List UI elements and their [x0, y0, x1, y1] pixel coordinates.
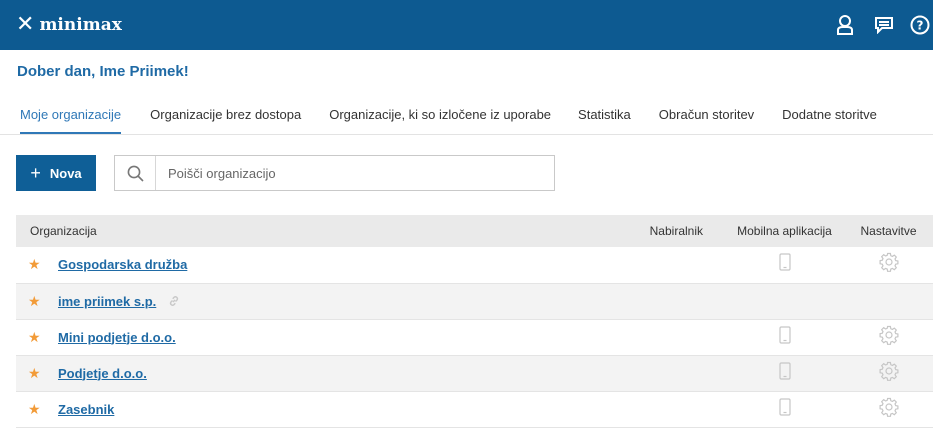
column-header-organizacija[interactable]: Organizacija — [16, 215, 534, 247]
inbox-cell — [534, 247, 725, 283]
inbox-cell — [534, 391, 725, 427]
mobile-app-cell — [725, 391, 844, 427]
table-row[interactable]: ★ Zasebnik — [16, 391, 933, 427]
settings-cell — [844, 247, 933, 283]
search-input[interactable] — [156, 157, 550, 189]
messages-icon[interactable] — [869, 0, 899, 50]
top-icons: ? — [827, 0, 933, 50]
minimax-x-icon: ✕ — [16, 12, 35, 37]
logo[interactable]: ✕ minimax — [16, 14, 122, 36]
star-icon[interactable]: ★ — [28, 256, 42, 273]
new-button-label: Nova — [49, 165, 82, 181]
organization-cell: ★ Mini podjetje d.o.o. — [16, 319, 534, 355]
organization-cell: ★ Zasebnik — [16, 391, 534, 427]
tabs: Moje organizacije Organizacije brez dost… — [0, 92, 933, 135]
table-row[interactable]: ★ Gospodarska družba — [16, 247, 933, 283]
mobile-phone-icon[interactable] — [778, 325, 791, 349]
plus-icon: + — [30, 162, 41, 183]
user-icon[interactable] — [827, 0, 863, 50]
table-row[interactable]: ★ Podjetje d.o.o. — [16, 355, 933, 391]
settings-cell — [844, 391, 933, 427]
column-header-nastavitve[interactable]: Nastavitve — [844, 215, 933, 247]
organization-link[interactable]: Mini podjetje d.o.o. — [58, 330, 176, 345]
mobile-phone-icon[interactable] — [778, 253, 791, 276]
organization-cell: ★ Gospodarska družba — [16, 247, 534, 283]
organization-cell: ★ Podjetje d.o.o. — [16, 355, 534, 391]
search-icon[interactable] — [115, 156, 156, 190]
greeting-bar: Dober dan, Ime Priimek! — [0, 50, 933, 92]
search-box — [114, 155, 555, 191]
gear-icon[interactable] — [879, 397, 899, 422]
svg-text:?: ? — [917, 19, 924, 33]
column-header-nabiralnik[interactable]: Nabiralnik — [534, 215, 725, 247]
link-icon — [168, 295, 180, 307]
organization-link[interactable]: ime priimek s.p. — [58, 294, 156, 309]
gear-icon[interactable] — [879, 361, 899, 386]
tab-statistika[interactable]: Statistika — [578, 107, 631, 134]
organization-link[interactable]: Zasebnik — [58, 402, 114, 417]
top-bar: ✕ minimax ? — [0, 0, 933, 50]
table-row[interactable]: ★ Mini podjetje d.o.o. — [16, 319, 933, 355]
star-icon[interactable]: ★ — [28, 293, 42, 310]
help-icon[interactable]: ? — [907, 0, 933, 50]
mobile-app-cell — [725, 319, 844, 355]
toolbar: + Nova — [0, 135, 933, 215]
table-header-row: Organizacija Nabiralnik Mobilna aplikaci… — [16, 215, 933, 247]
table-row[interactable]: ★ ime priimek s.p. — [16, 283, 933, 319]
settings-cell — [844, 283, 933, 319]
mobile-phone-icon[interactable] — [778, 397, 791, 421]
mobile-phone-icon[interactable] — [778, 361, 791, 385]
tab-izlocene-organizacije[interactable]: Organizacije, ki so izločene iz uporabe — [329, 107, 551, 134]
mobile-app-cell — [725, 247, 844, 283]
organizations-table: Organizacija Nabiralnik Mobilna aplikaci… — [16, 215, 933, 428]
star-icon[interactable]: ★ — [28, 365, 42, 382]
gear-icon[interactable] — [879, 252, 899, 277]
organization-link[interactable]: Gospodarska družba — [58, 257, 187, 272]
inbox-cell — [534, 319, 725, 355]
column-header-mobilna-aplikacija[interactable]: Mobilna aplikacija — [725, 215, 844, 247]
tab-moje-organizacije[interactable]: Moje organizacije — [20, 107, 122, 134]
organization-link[interactable]: Podjetje d.o.o. — [58, 366, 147, 381]
tab-obracun-storitev[interactable]: Obračun storitev — [659, 107, 754, 134]
app-name: minimax — [39, 15, 122, 35]
inbox-cell — [534, 283, 725, 319]
organization-cell: ★ ime priimek s.p. — [16, 283, 534, 319]
greeting-text: Dober dan, Ime Priimek! — [17, 62, 189, 80]
new-organization-button[interactable]: + Nova — [16, 155, 96, 191]
star-icon[interactable]: ★ — [28, 329, 42, 346]
tab-dodatne-storitve[interactable]: Dodatne storitve — [782, 107, 877, 134]
settings-cell — [844, 355, 933, 391]
inbox-cell — [534, 355, 725, 391]
mobile-app-cell — [725, 355, 844, 391]
mobile-app-cell — [725, 283, 844, 319]
settings-cell — [844, 319, 933, 355]
gear-icon[interactable] — [879, 325, 899, 350]
tab-organizacije-brez-dostopa[interactable]: Organizacije brez dostopa — [150, 107, 301, 134]
star-icon[interactable]: ★ — [28, 401, 42, 418]
